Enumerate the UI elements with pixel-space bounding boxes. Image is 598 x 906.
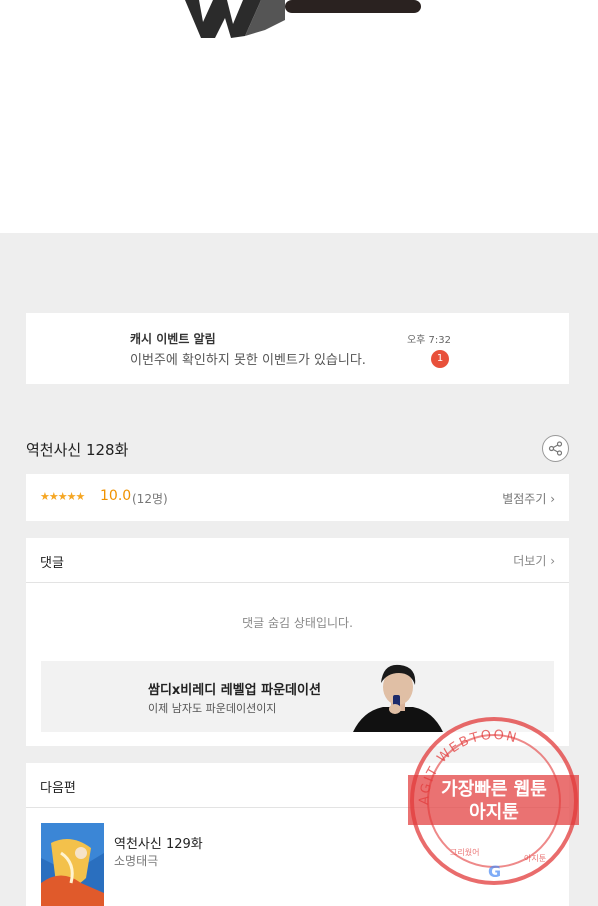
- divider: [26, 582, 569, 583]
- ad-banner[interactable]: 쌈디x비레디 레벨업 파운데이션 이제 남자도 파운데이션이지: [41, 661, 554, 732]
- banner-logo-art: [185, 0, 421, 38]
- notice-title: 캐시 이벤트 알림: [130, 332, 216, 346]
- star-rating-icons: ★★★★★: [40, 490, 85, 503]
- next-episode-title: 역천사신 129화: [114, 837, 203, 852]
- share-button[interactable]: [542, 435, 569, 462]
- notice-badge: 1: [431, 350, 449, 368]
- ad-model-image: [353, 664, 443, 732]
- next-episode-author: 소명태극: [114, 854, 159, 868]
- top-content-area: [0, 0, 598, 233]
- ad-subline: 이제 남자도 파운데이션이지: [148, 702, 277, 715]
- comments-card: 댓글 더보기 › 댓글 숨김 상태입니다. 쌈디x비레디 레벨업 파운데이션 이…: [26, 538, 569, 746]
- rating-score: 10.0: [100, 488, 132, 504]
- comments-more-button[interactable]: 더보기 ›: [513, 552, 555, 569]
- rating-card: ★★★★★ 10.0 (12명) 별점주기 ›: [26, 474, 569, 521]
- comments-heading: 댓글: [40, 556, 64, 571]
- notification-card[interactable]: 캐시 이벤트 알림 이번주에 확인하지 못한 이벤트가 있습니다. 오후 7:3…: [26, 313, 569, 384]
- divider: [26, 807, 569, 808]
- next-episode-card[interactable]: 다음편 역천사신 129화 소명태극: [26, 763, 569, 906]
- next-episode-thumbnail[interactable]: [41, 823, 104, 906]
- episode-title: 역천사신 128화: [26, 441, 129, 459]
- share-icon: [548, 441, 563, 456]
- notice-message: 이번주에 확인하지 못한 이벤트가 있습니다.: [130, 353, 366, 368]
- next-heading: 다음편: [40, 781, 76, 796]
- ad-headline: 쌈디x비레디 레벨업 파운데이션: [148, 683, 321, 698]
- rate-button[interactable]: 별점주기 ›: [502, 490, 555, 507]
- rating-count: (12명): [132, 492, 168, 506]
- notice-time: 오후 7:32: [406, 335, 451, 346]
- comments-hidden-message: 댓글 숨김 상태입니다.: [242, 616, 353, 630]
